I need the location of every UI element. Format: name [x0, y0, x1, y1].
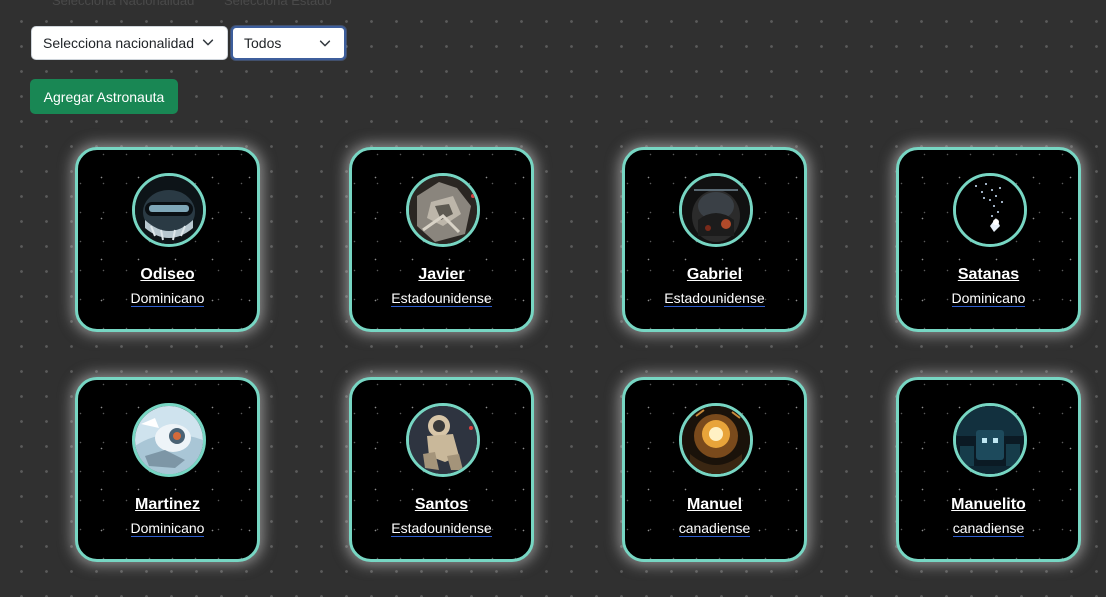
- astronaut-name: Odiseo: [140, 266, 195, 283]
- astronaut-name: Martinez: [135, 496, 200, 513]
- chevron-down-icon: [319, 40, 331, 47]
- astronaut-card[interactable]: Satanas Dominicano: [896, 147, 1081, 332]
- astronaut-nationality: Dominicano: [951, 290, 1026, 307]
- astronaut-nationality: canadiense: [952, 520, 1025, 537]
- astronaut-nationality: canadiense: [678, 520, 751, 537]
- nationality-select-value: Selecciona nacionalidad: [43, 35, 194, 51]
- astronaut-nationality: Dominicano: [130, 290, 205, 307]
- astronaut-card[interactable]: Santos Estadounidense: [349, 377, 534, 562]
- astronaut-nationality: Estadounidense: [664, 290, 765, 307]
- estado-label: Selecciona Estado: [224, 0, 332, 8]
- filter-labels: Selecciona Nacionalidad Selecciona Estad…: [52, 0, 332, 8]
- astronaut-card[interactable]: Gabriel Estadounidense: [622, 147, 807, 332]
- astronaut-nationality: Estadounidense: [391, 290, 492, 307]
- chevron-down-icon: [202, 39, 214, 46]
- astronaut-nationality: Dominicano: [130, 520, 205, 537]
- astronaut-avatar: [952, 403, 1027, 477]
- add-astronaut-button[interactable]: Agregar Astronauta: [30, 79, 178, 114]
- status-select-value: Todos: [244, 35, 282, 51]
- astronaut-avatar: [678, 173, 753, 247]
- nacionalidad-label: Selecciona Nacionalidad: [52, 0, 195, 8]
- astronaut-card[interactable]: Manuelito canadiense: [896, 377, 1081, 562]
- astronaut-avatar: [405, 173, 480, 247]
- astronaut-name: Satanas: [957, 266, 1020, 283]
- astronaut-card[interactable]: Manuel canadiense: [622, 377, 807, 562]
- astronaut-avatar: [131, 173, 206, 247]
- astronaut-card[interactable]: Martinez Dominicano: [75, 377, 260, 562]
- astronaut-avatar: [131, 403, 206, 477]
- astronaut-name: Manuel: [686, 496, 743, 513]
- astronaut-card[interactable]: Javier Estadounidense: [349, 147, 534, 332]
- astronaut-avatar: [405, 403, 480, 477]
- astronaut-card[interactable]: Odiseo Dominicano: [75, 147, 260, 332]
- astronaut-name: Gabriel: [686, 266, 743, 283]
- astronaut-nationality: Estadounidense: [391, 520, 492, 537]
- astronaut-name: Manuelito: [951, 496, 1026, 513]
- status-select[interactable]: Todos: [231, 26, 346, 60]
- nationality-select[interactable]: Selecciona nacionalidad: [31, 26, 228, 60]
- astronaut-avatar: [952, 173, 1027, 247]
- astronaut-avatar: [678, 403, 753, 477]
- astronaut-name: Javier: [418, 266, 465, 283]
- astronaut-name: Santos: [414, 496, 469, 513]
